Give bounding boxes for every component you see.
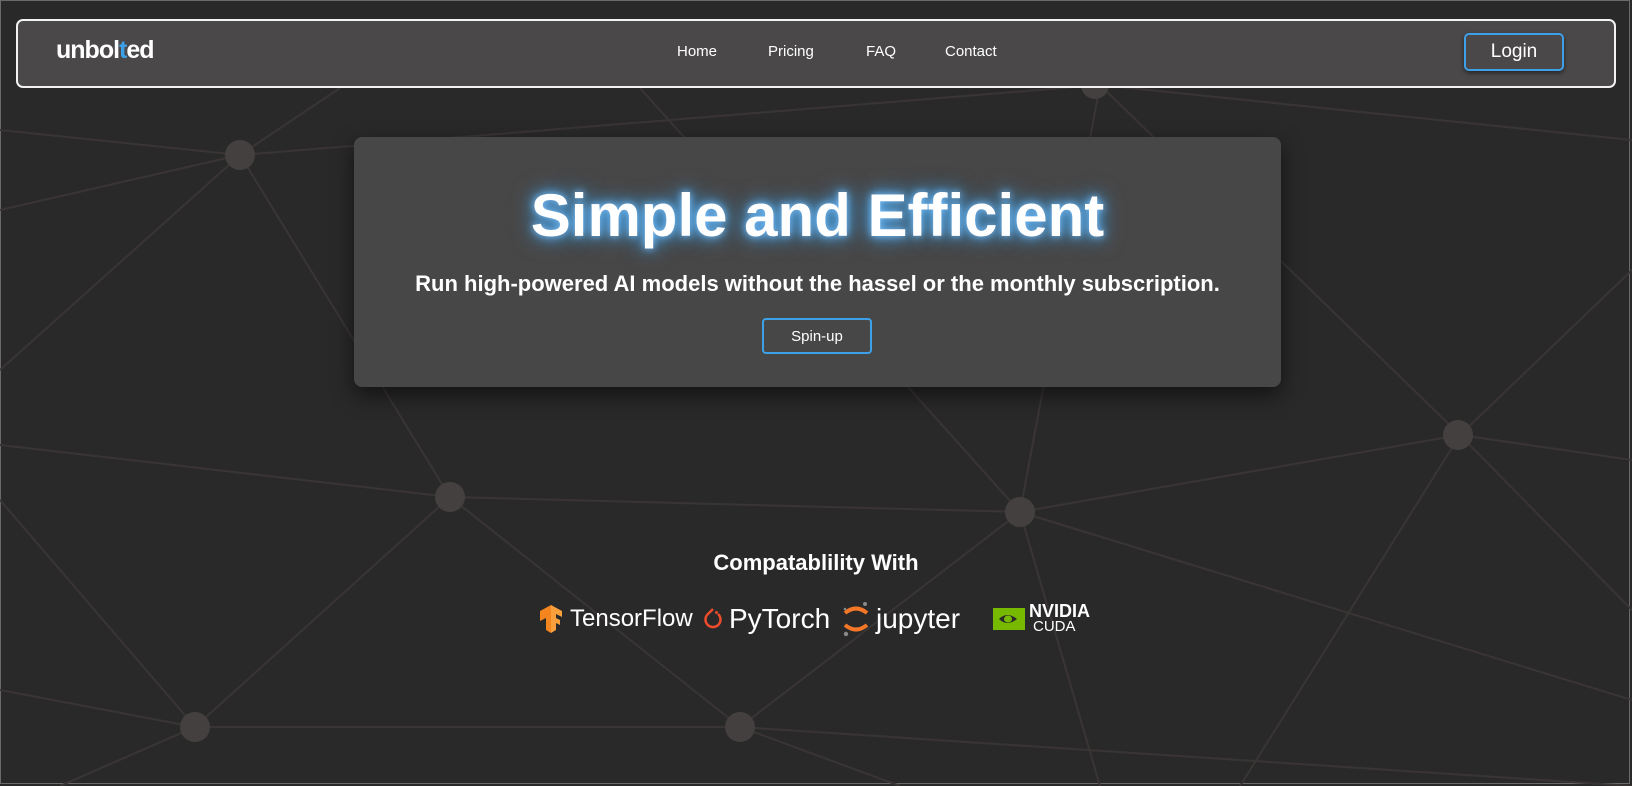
compatibility-logos: TensorFlow PyTorch jupyter NVIDIA CUDA <box>0 594 1632 644</box>
jupyter-icon <box>843 602 869 637</box>
nav-pricing-link[interactable]: Pricing <box>768 43 814 60</box>
nvidia-text-group: NVIDIA CUDA <box>1029 601 1091 635</box>
nav-faq-link[interactable]: FAQ <box>866 43 896 60</box>
tensorflow-icon <box>540 605 562 633</box>
tensorflow-logo: TensorFlow <box>538 594 693 644</box>
nvidia-icon <box>993 608 1025 630</box>
cuda-label: CUDA <box>1033 618 1076 635</box>
jupyter-logo: jupyter <box>842 594 960 644</box>
tensorflow-label: TensorFlow <box>570 605 693 632</box>
nvidia-label: NVIDIA <box>1029 601 1091 621</box>
jupyter-label: jupyter <box>876 603 961 634</box>
nav-home-link[interactable]: Home <box>677 43 717 60</box>
compatibility-title: Compatablility With <box>713 550 919 575</box>
network-background <box>0 71 1632 786</box>
pytorch-icon <box>704 608 722 629</box>
hero-title-efficient: Efficient <box>867 182 1105 249</box>
hero-title-simple: Simple <box>530 182 728 249</box>
navbar: unbolted Home Pricing FAQ Contact Login <box>16 19 1616 88</box>
pytorch-logo: PyTorch <box>703 594 830 644</box>
hero-subtitle: Run high-powered AI models without the h… <box>415 271 1220 296</box>
login-button[interactable]: Login <box>1464 33 1564 71</box>
nvidia-cuda-logo: NVIDIA CUDA <box>993 594 1090 644</box>
nav-contact-link[interactable]: Contact <box>945 43 997 60</box>
hero-title-and: and <box>727 182 868 249</box>
hero-title: Simple and Efficient <box>354 181 1281 251</box>
hero-card: Simple and Efficient Run high-powered AI… <box>354 137 1281 387</box>
spin-up-button[interactable]: Spin-up <box>762 318 872 354</box>
pytorch-label: PyTorch <box>729 603 831 634</box>
nav-links: Home Pricing FAQ Contact <box>18 21 1614 86</box>
